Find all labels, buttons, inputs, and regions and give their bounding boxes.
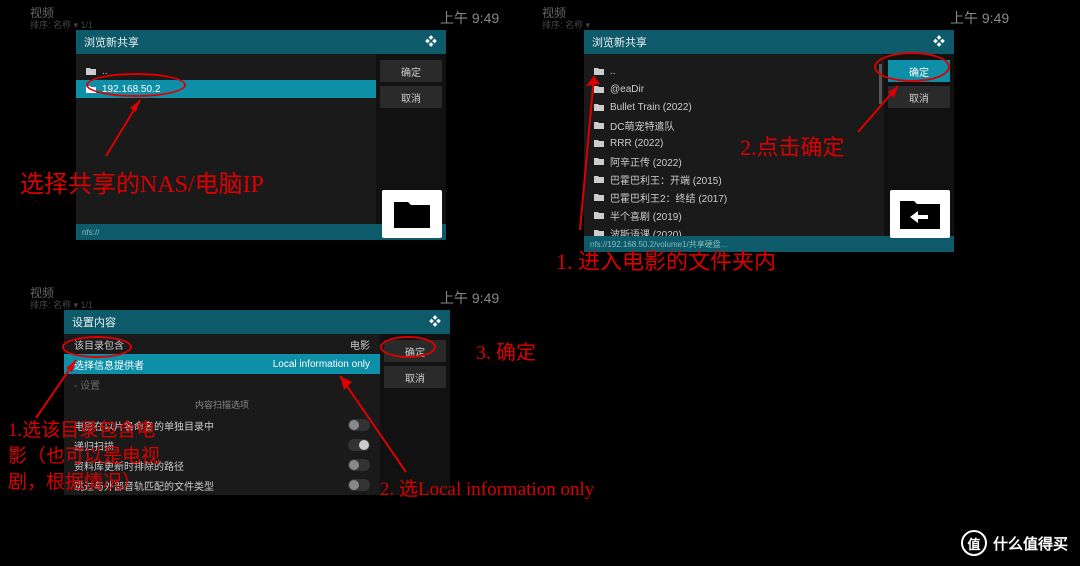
panel2-folder-item[interactable]: 巴霍巴利王2：终结 (2017) — [584, 188, 884, 206]
panel3-dialog: 设置内容 该目录包含 电影 选择信息提供者 Local information … — [64, 310, 450, 495]
panel2-sort-label: 排序: 名称 ▾ — [542, 18, 590, 31]
panel3-opt2-row[interactable]: 递归扫描 — [64, 435, 380, 455]
panel2-folder-item[interactable]: @eaDir — [584, 80, 884, 98]
folder-icon — [594, 139, 604, 147]
opt1-label: 电影在以片名命名的单独目录中 — [74, 418, 214, 433]
panel1-dialog-title: 浏览新共享 — [84, 34, 139, 50]
panel2-folder-item[interactable]: 波斯语课 (2020) — [584, 224, 884, 236]
folder-icon — [594, 229, 604, 236]
panel2-ok-button[interactable]: 确定 — [888, 60, 950, 82]
provider-label: 选择信息提供者 — [74, 357, 144, 372]
folder-icon — [594, 85, 604, 93]
panel1-ok-button[interactable]: 确定 — [380, 60, 442, 82]
panel2-up-dir[interactable]: .. — [584, 62, 884, 80]
toggle-icon[interactable] — [348, 479, 370, 491]
panel3-contains-row[interactable]: 该目录包含 电影 — [64, 334, 380, 354]
panel2-folder-item[interactable]: RRR (2022) — [584, 134, 884, 152]
folder-label: 波斯语课 (2020) — [610, 226, 682, 237]
panel3-settings-row[interactable]: - 设置 — [64, 374, 380, 394]
panel3-opt3-row[interactable]: 资料库更新时排除的路径 — [64, 455, 380, 475]
opt2-label: 递归扫描 — [74, 438, 114, 453]
panel1-up-dir[interactable]: .. — [76, 62, 376, 80]
folder-label: Bullet Train (2022) — [610, 102, 692, 113]
provider-value: Local information only — [273, 359, 370, 370]
folder-label: DC萌宠特遣队 — [610, 118, 674, 133]
contains-label: 该目录包含 — [74, 337, 124, 352]
panel2-up-label: .. — [610, 66, 616, 77]
folder-icon — [594, 193, 604, 201]
folder-up-icon — [594, 67, 604, 75]
panel3-annotation3: 3. 确定 — [476, 336, 536, 365]
panel2-dialog-title: 浏览新共享 — [592, 34, 647, 50]
folder-icon — [86, 85, 96, 93]
panel3-ok-button[interactable]: 确定 — [384, 340, 446, 362]
kodi-icon — [428, 314, 442, 331]
panel1-up-label: .. — [102, 66, 108, 77]
panel1-nas-label: 192.168.50.2 — [102, 84, 160, 95]
settings-label: - 设置 — [74, 377, 100, 392]
watermark: 值 什么值得买 — [961, 530, 1068, 556]
panel1-footer-path: nfs:// — [82, 228, 99, 237]
panel2-folder-item[interactable]: 阿辛正传 (2022) — [584, 152, 884, 170]
toggle-icon[interactable] — [348, 439, 370, 451]
panel2-folder-item[interactable]: 巴霍巴利王：开端 (2015) — [584, 170, 884, 188]
panel3-provider-row[interactable]: 选择信息提供者 Local information only — [64, 354, 380, 374]
panel3-dialog-title: 设置内容 — [72, 314, 116, 330]
panel1-nas-item[interactable]: 192.168.50.2 — [76, 80, 376, 98]
panel3-clock: 上午 9:49 — [440, 288, 499, 308]
folder-label: @eaDir — [610, 84, 644, 95]
kodi-icon — [424, 34, 438, 51]
folder-icon — [594, 175, 604, 183]
folder-icon — [594, 157, 604, 165]
folder-back-preview-icon — [890, 190, 950, 238]
panel1-cancel-button[interactable]: 取消 — [380, 86, 442, 108]
panel2-folder-item[interactable]: 半个喜剧 (2019) — [584, 206, 884, 224]
toggle-icon[interactable] — [348, 459, 370, 471]
panel2-footer: nfs://192.168.50.2/volume1/共享硬盘... — [584, 236, 954, 252]
toggle-icon[interactable] — [348, 419, 370, 431]
panel3-section-title: 内容扫描选项 — [64, 394, 380, 415]
kodi-icon — [932, 34, 946, 51]
folder-label: 阿辛正传 (2022) — [610, 154, 682, 169]
panel2-dialog-header: 浏览新共享 — [584, 30, 954, 54]
watermark-text: 什么值得买 — [993, 533, 1068, 554]
panel2-footer-path: nfs://192.168.50.2/volume1/共享硬盘... — [590, 239, 727, 250]
panel3-opt1-row[interactable]: 电影在以片名命名的单独目录中 — [64, 415, 380, 435]
folder-label: RRR (2022) — [610, 138, 663, 149]
panel2-folder-item[interactable]: DC萌宠特遣队 — [584, 116, 884, 134]
folder-icon — [594, 103, 604, 111]
watermark-icon: 值 — [961, 530, 987, 556]
panel2-clock: 上午 9:49 — [950, 8, 1009, 28]
folder-icon — [594, 121, 604, 129]
panel3-opt4-row[interactable]: 跳过与外部音轨匹配的文件类型 — [64, 475, 380, 495]
folder-up-icon — [86, 67, 96, 75]
panel1-dialog-header: 浏览新共享 — [76, 30, 446, 54]
folder-icon — [594, 211, 604, 219]
panel3-dialog-header: 设置内容 — [64, 310, 450, 334]
panel3-cancel-button[interactable]: 取消 — [384, 366, 446, 388]
folder-label: 半个喜剧 (2019) — [610, 208, 682, 223]
folder-label: 巴霍巴利王：开端 (2015) — [610, 172, 722, 187]
folder-preview-icon — [382, 190, 442, 238]
panel2-cancel-button[interactable]: 取消 — [888, 86, 950, 108]
folder-label: 巴霍巴利王2：终结 (2017) — [610, 190, 727, 205]
panel1-clock: 上午 9:49 — [440, 8, 499, 28]
opt4-label: 跳过与外部音轨匹配的文件类型 — [74, 478, 214, 493]
contains-value: 电影 — [350, 337, 370, 352]
panel2-folder-item[interactable]: Bullet Train (2022) — [584, 98, 884, 116]
opt3-label: 资料库更新时排除的路径 — [74, 458, 184, 473]
scrollbar[interactable] — [879, 64, 882, 104]
